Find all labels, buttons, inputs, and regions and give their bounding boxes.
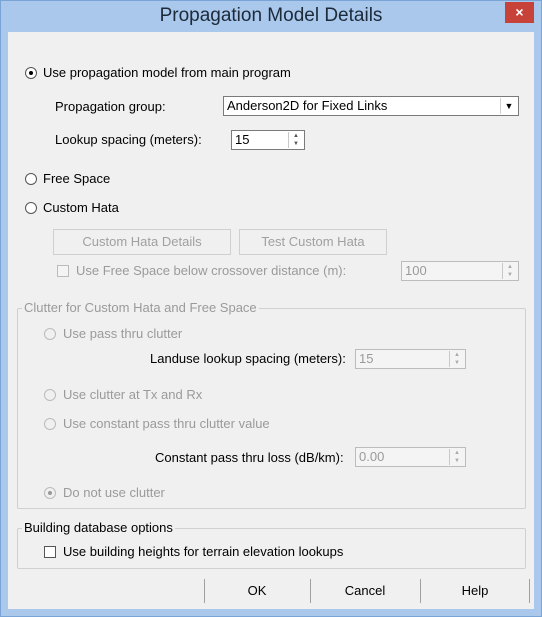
constant-loss-value: 0.00 [359,449,385,464]
spin-up-icon[interactable]: ▲ [450,351,464,359]
landuse-spacing-value: 15 [359,351,374,366]
custom-hata-details-button[interactable]: Custom Hata Details [53,229,231,255]
cancel-button[interactable]: Cancel [310,579,419,603]
building-heights-label: Use building heights for terrain elevati… [63,544,344,559]
spin-up-icon[interactable]: ▲ [503,263,517,271]
custom-hata-label: Custom Hata [43,200,119,215]
pass-thru-clutter-radio[interactable] [44,328,56,340]
lookup-spacing-label: Lookup spacing (meters): [55,132,202,147]
lookup-spacing-stepper[interactable]: 15 ▲ ▼ [231,130,305,150]
no-clutter-radio[interactable] [44,487,56,499]
no-clutter-label: Do not use clutter [63,485,165,500]
constant-loss-stepper[interactable]: 0.00 ▲ ▼ [355,447,466,467]
building-group-title: Building database options [22,520,175,535]
spin-up-icon[interactable]: ▲ [289,132,303,140]
crossover-distance-stepper[interactable]: 100 ▲ ▼ [401,261,519,281]
custom-hata-radio[interactable] [25,202,37,214]
pass-thru-clutter-label: Use pass thru clutter [63,326,183,341]
dialog-body: Use propagation model from main program … [8,32,534,609]
ok-button[interactable]: OK [204,579,309,603]
constant-clutter-radio[interactable] [44,418,56,430]
lookup-spacing-value: 15 [235,132,250,147]
clutter-group-title: Clutter for Custom Hata and Free Space [22,300,259,315]
propagation-group-select[interactable]: Anderson2D for Fixed Links ▼ [223,96,519,116]
close-icon: × [515,4,524,20]
free-space-label: Free Space [43,171,111,186]
propagation-group-value: Anderson2D for Fixed Links [227,98,388,113]
close-button[interactable]: × [505,2,534,23]
spin-down-icon[interactable]: ▼ [503,271,517,279]
test-custom-hata-button[interactable]: Test Custom Hata [239,229,387,255]
use-main-model-label: Use propagation model from main program [43,65,291,80]
crossover-checkbox[interactable] [57,265,69,277]
chevron-down-icon[interactable]: ▼ [500,98,517,114]
spin-buttons[interactable]: ▲ ▼ [449,351,464,367]
spin-buttons[interactable]: ▲ ▼ [288,132,303,148]
title-bar[interactable]: Propagation Model Details × [1,1,541,32]
dialog-window: Propagation Model Details × Use propagat… [0,0,542,617]
spin-up-icon[interactable]: ▲ [450,449,464,457]
use-main-model-radio[interactable] [25,67,37,79]
landuse-spacing-stepper[interactable]: 15 ▲ ▼ [355,349,466,369]
clutter-tx-rx-label: Use clutter at Tx and Rx [63,387,203,402]
help-button[interactable]: Help [420,579,530,603]
clutter-tx-rx-radio[interactable] [44,389,56,401]
spin-down-icon[interactable]: ▼ [450,359,464,367]
building-heights-checkbox[interactable] [44,546,56,558]
constant-loss-label: Constant pass thru loss (dB/km): [155,450,344,465]
free-space-radio[interactable] [25,173,37,185]
spin-down-icon[interactable]: ▼ [289,140,303,148]
dialog-title: Propagation Model Details [159,5,383,26]
footer-bar: OK Cancel Help [8,571,534,609]
crossover-label: Use Free Space below crossover distance … [76,263,347,278]
crossover-distance-value: 100 [405,263,427,278]
landuse-spacing-label: Landuse lookup spacing (meters): [150,351,346,366]
spin-buttons[interactable]: ▲ ▼ [502,263,517,279]
constant-clutter-label: Use constant pass thru clutter value [63,416,270,431]
spin-buttons[interactable]: ▲ ▼ [449,449,464,465]
propagation-group-label: Propagation group: [55,99,166,114]
spin-down-icon[interactable]: ▼ [450,457,464,465]
